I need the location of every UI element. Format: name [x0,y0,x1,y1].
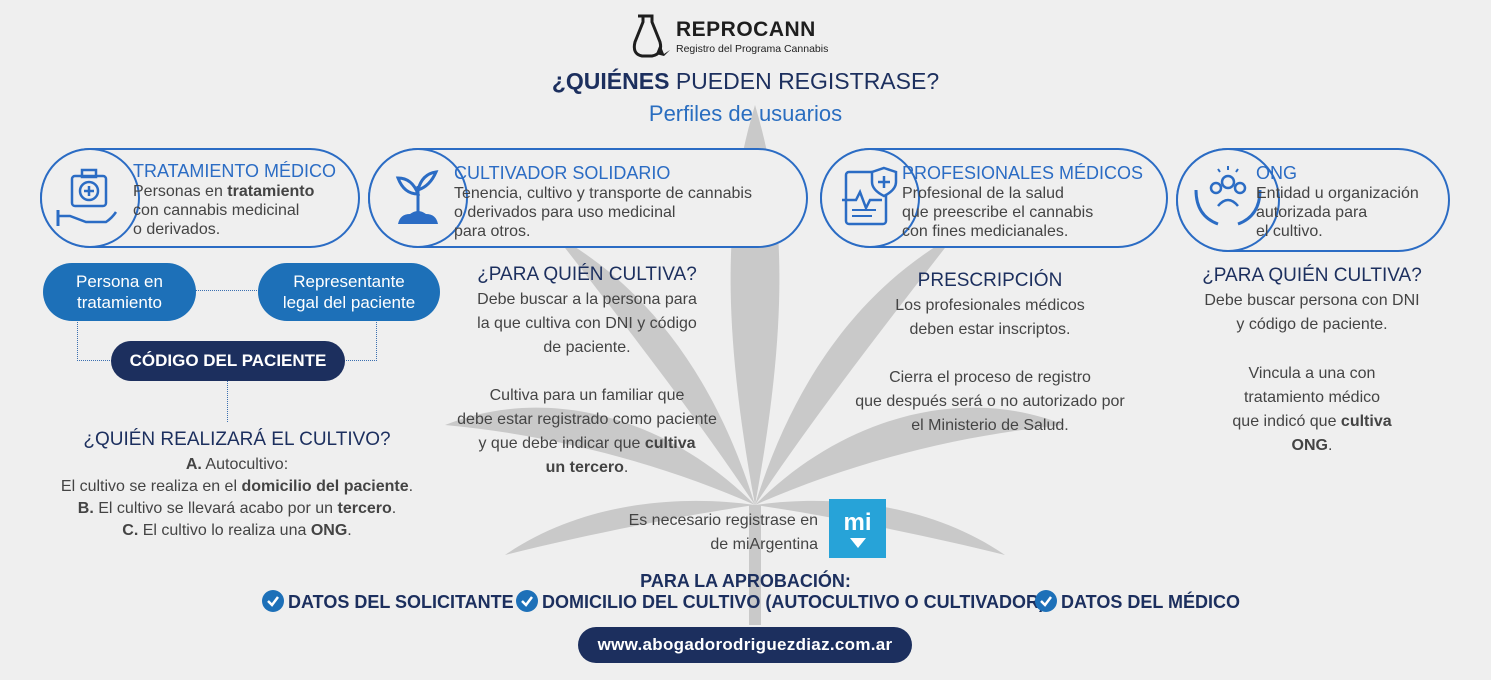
page-title: ¿QUIÉNES PUEDEN REGISTRASE? [551,68,940,94]
cultivo-options: A. Autocultivo: El cultivo se realiza en… [60,456,414,539]
prescription-text-2: Cierra el proceso de registro que después… [855,369,1125,434]
quien-realizara-title: ¿QUIÉN REALIZARÁ EL CULTIVO? [83,429,391,450]
miargentina-text: Es necesario registrase en de miArgentina [628,512,818,553]
miargentina-logo: mi [829,499,886,558]
connector-line [341,320,377,361]
representante-legal-pill: Representante legal del paciente [258,263,440,321]
card-cultivador-solidario: CULTIVADOR SOLIDARIO Tenencia, cultivo y… [368,148,808,248]
approval-item-medico: DATOS DEL MÉDICO [1035,590,1240,616]
reprocann-logo-icon [632,14,670,58]
card-tratamiento-medico: TRATAMIENTO MÉDICO Personas en tratamien… [40,148,360,248]
ong-text-2: Vincula a una con tratamiento médico que … [1232,365,1392,454]
connector-line [227,380,228,422]
page-subtitle: Perfiles de usuarios [648,101,843,126]
down-arrow-icon [849,538,866,548]
persona-en-tratamiento-pill: Persona en tratamiento [43,263,196,321]
medical-kit-hand-icon [40,148,140,248]
para-quien-cultiva-title: ¿PARA QUIÉN CULTIVA? [477,264,697,285]
card-title: CULTIVADOR SOLIDARIO [454,163,671,183]
check-circle-icon [262,590,284,613]
codigo-del-paciente-badge: CÓDIGO DEL PACIENTE [111,341,345,381]
website-link[interactable]: www.abogadorodriguezdiaz.com.ar [578,627,912,663]
cultivator-text-2: Cultiva para un familiar que debe estar r… [457,387,717,476]
ong-text-1: Debe buscar persona con DNI y código de p… [1204,292,1420,333]
brand-subtitle: Registro del Programa Cannabis [676,43,829,55]
ong-para-quien-cultiva-title: ¿PARA QUIÉN CULTIVA? [1202,265,1422,286]
card-ong: ONG Entidad u organización autorizada pa… [1176,148,1450,252]
brand-header: REPROCANN Registro del Programa Cannabis [630,14,870,58]
card-text: Tenencia, cultivo y transporte de cannab… [454,185,752,240]
card-title: PROFESIONALES MÉDICOS [902,163,1144,183]
cultivator-text-1: Debe buscar a la persona para la que cult… [477,291,697,356]
approval-item-solicitante: DATOS DEL SOLICITANTE [262,590,514,616]
prescripcion-title: PRESCRIPCIÓN [917,270,1063,291]
connector-line [195,290,261,291]
card-text: Profesional de la salud que preescribe e… [902,185,1094,240]
approval-item-domicilio: DOMICILIO DEL CULTIVO (AUTOCULTIVO O CUL… [516,590,1045,616]
prescription-text-1: Los profesionales médicos deben estar ins… [895,297,1085,338]
sprout-icon [368,148,468,248]
card-title: TRATAMIENTO MÉDICO [133,161,337,181]
brand-name: REPROCANN [676,18,816,41]
card-profesionales-medicos: PROFESIONALES MÉDICOS Profesional de la … [820,148,1168,248]
card-text: Personas en tratamiento con cannabis med… [133,183,315,238]
check-circle-icon [1035,590,1057,613]
card-title: ONG [1256,163,1298,183]
card-text: Entidad u organización autorizada para e… [1256,185,1419,240]
approval-title: PARA LA APROBACIÓN: [640,571,851,591]
check-circle-icon [516,590,538,613]
